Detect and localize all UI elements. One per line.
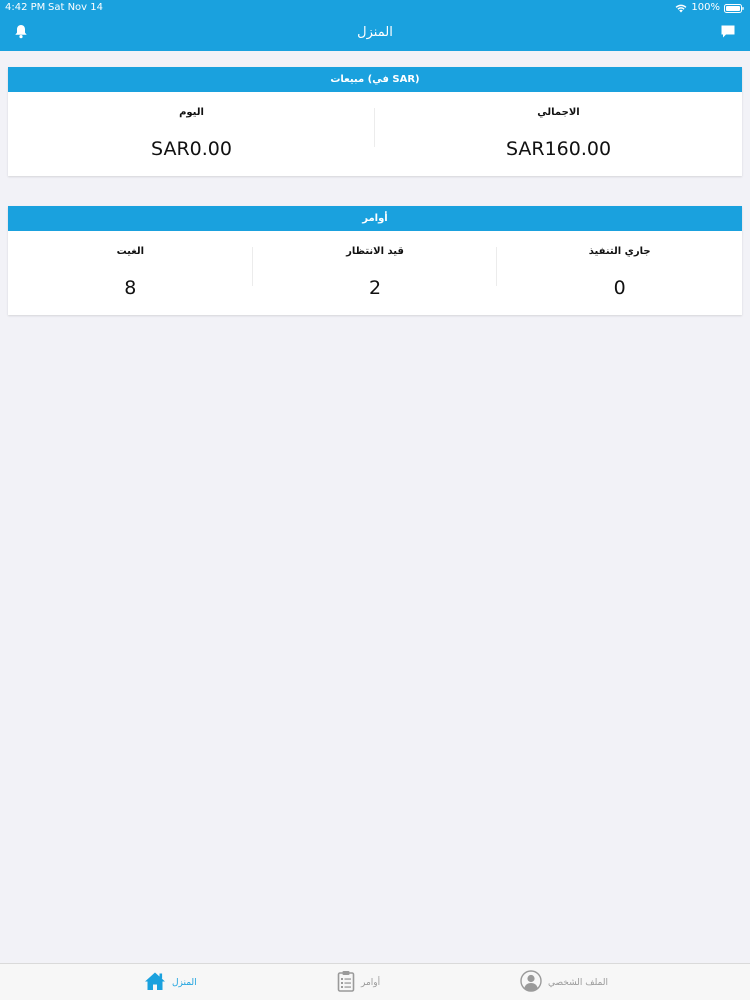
orders-cancelled-label: الغيت [116, 246, 145, 257]
orders-cancelled-value: 8 [124, 277, 137, 299]
orders-pending-label: قيد الانتظار [346, 246, 404, 257]
orders-in-progress-value: 0 [613, 277, 626, 299]
status-bar: 4:42 PM Sat Nov 14 100% [0, 0, 750, 16]
sales-today-cell: اليوم SAR0.00 [8, 92, 375, 161]
orders-cancelled-cell[interactable]: الغيت 8 [8, 231, 253, 300]
tab-profile-label: الملف الشخصي [548, 978, 608, 988]
tab-orders[interactable]: أوامر [337, 971, 380, 995]
orders-card-title: أوامر [8, 206, 742, 231]
sales-today-label: اليوم [179, 107, 204, 118]
messages-button[interactable] [718, 24, 738, 42]
sales-card-body: الاجمالي SAR160.00 اليوم SAR0.00 [8, 92, 742, 161]
orders-pending-cell[interactable]: قيد الانتظار 2 [253, 231, 498, 300]
orders-pending-value: 2 [368, 277, 382, 299]
sales-total-cell: الاجمالي SAR160.00 [375, 92, 742, 161]
tab-bar: المنزل أوامر الملف الشخصي [0, 963, 750, 1000]
header-bar: 4:42 PM Sat Nov 14 100% المنزل [0, 0, 750, 51]
tab-home-label: المنزل [172, 978, 197, 988]
home-icon [144, 971, 166, 995]
orders-in-progress-cell[interactable]: جاري التنفيذ 0 [497, 231, 742, 300]
page-title: المنزل [357, 25, 393, 40]
sales-total-value: SAR160.00 [505, 138, 612, 160]
orders-card-body: جاري التنفيذ 0 قيد الانتظار 2 الغيت 8 [8, 231, 742, 300]
tab-home[interactable]: المنزل [144, 971, 197, 995]
orders-in-progress-label: جاري التنفيذ [588, 246, 651, 257]
chat-icon [720, 24, 736, 43]
wifi-icon [675, 4, 687, 13]
battery-icon [724, 3, 744, 13]
clipboard-icon [337, 970, 355, 996]
tab-profile[interactable]: الملف الشخصي [520, 970, 608, 996]
status-time: 4:42 PM [5, 2, 46, 13]
sales-total-label: الاجمالي [537, 107, 580, 118]
status-right: 100% [675, 0, 744, 16]
app-root: 4:42 PM Sat Nov 14 100% المنزل مبيعات (ف… [0, 0, 750, 1000]
status-date: Sat Nov 14 [48, 2, 103, 13]
sales-card: مبيعات (في SAR) الاجمالي SAR160.00 اليوم… [8, 67, 742, 176]
battery-percent: 100% [691, 2, 720, 13]
sales-card-title: مبيعات (في SAR) [8, 67, 742, 92]
tab-orders-label: أوامر [361, 978, 381, 988]
sales-today-value: SAR0.00 [151, 138, 232, 160]
orders-card: أوامر جاري التنفيذ 0 قيد الانتظار 2 الغي… [8, 206, 742, 315]
profile-icon [520, 970, 542, 996]
